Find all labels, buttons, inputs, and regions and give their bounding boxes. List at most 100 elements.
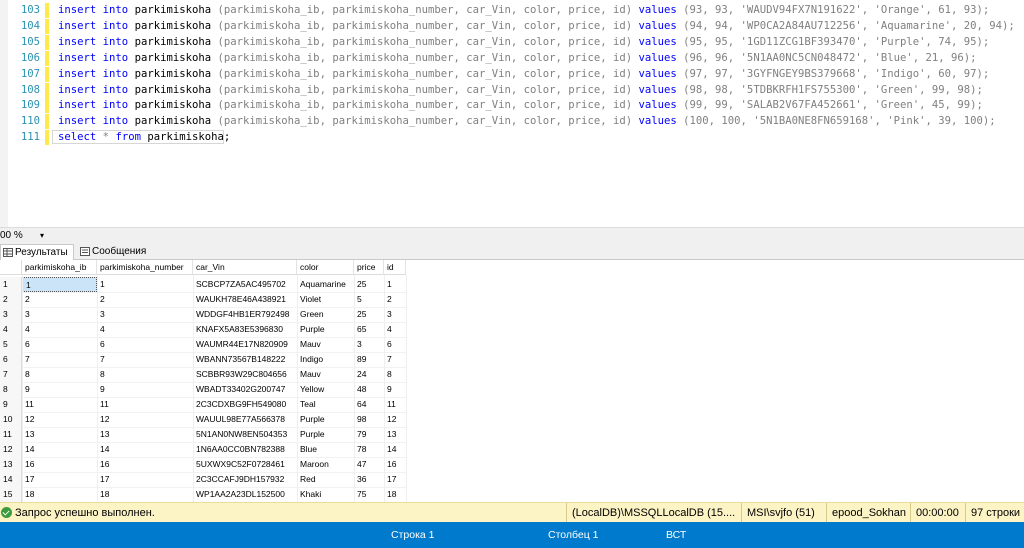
table-cell[interactable]: 11 xyxy=(22,397,97,412)
table-row[interactable]: 1 1 1 SCBCP7ZA5AC495702 Aquamarine 25 1 xyxy=(0,277,406,292)
table-cell[interactable]: Yellow xyxy=(297,382,354,397)
code-line[interactable]: 107 insert into parkimiskoha (parkimiskoh… xyxy=(0,66,1024,82)
row-number[interactable]: 9 xyxy=(0,397,22,412)
code-line[interactable]: 108 insert into parkimiskoha (parkimiskoh… xyxy=(0,82,1024,98)
table-cell[interactable]: 47 xyxy=(354,457,384,472)
table-cell[interactable]: 16 xyxy=(22,457,97,472)
table-row[interactable]: 10 12 12 WAUUL98E77A566378 Purple 98 12 xyxy=(0,412,406,427)
row-number[interactable]: 15 xyxy=(0,487,22,502)
table-cell[interactable]: WAUKH78E46A438921 xyxy=(193,292,297,307)
row-number[interactable]: 6 xyxy=(0,352,22,367)
table-cell[interactable]: 14 xyxy=(97,442,193,457)
table-cell[interactable]: WDDGF4HB1ER792498 xyxy=(193,307,297,322)
table-cell[interactable]: WBANN73567B148222 xyxy=(193,352,297,367)
column-header[interactable]: car_Vin xyxy=(193,260,297,275)
table-row[interactable]: 3 3 3 WDDGF4HB1ER792498 Green 25 3 xyxy=(0,307,406,322)
table-cell[interactable]: 18 xyxy=(384,487,406,502)
table-cell[interactable]: 1 xyxy=(384,277,406,292)
table-cell[interactable]: 98 xyxy=(354,412,384,427)
code-line[interactable]: 104 insert into parkimiskoha (parkimiskoh… xyxy=(0,18,1024,34)
row-number[interactable]: 14 xyxy=(0,472,22,487)
table-row[interactable]: 4 4 4 KNAFX5A83E5396830 Purple 65 4 xyxy=(0,322,406,337)
table-cell[interactable]: 4 xyxy=(22,322,97,337)
row-number[interactable]: 8 xyxy=(0,382,22,397)
table-cell[interactable]: WBADT33402G200747 xyxy=(193,382,297,397)
table-cell[interactable]: 13 xyxy=(97,427,193,442)
table-cell[interactable]: 1 xyxy=(22,277,97,292)
table-row[interactable]: 8 9 9 WBADT33402G200747 Yellow 48 9 xyxy=(0,382,406,397)
table-cell[interactable]: 12 xyxy=(22,412,97,427)
table-cell[interactable]: 7 xyxy=(22,352,97,367)
table-cell[interactable]: 4 xyxy=(384,322,406,337)
table-cell[interactable]: 8 xyxy=(97,367,193,382)
column-header[interactable]: parkimiskoha_number xyxy=(97,260,193,275)
table-cell[interactable]: 2 xyxy=(384,292,406,307)
results-grid[interactable]: parkimiskoha_ib parkimiskoha_number car_Vi… xyxy=(0,260,1024,502)
table-cell[interactable]: WAUUL98E77A566378 xyxy=(193,412,297,427)
table-cell[interactable]: 78 xyxy=(354,442,384,457)
row-number[interactable]: 4 xyxy=(0,322,22,337)
table-cell[interactable]: SCBBR93W29C804656 xyxy=(193,367,297,382)
table-cell[interactable]: 16 xyxy=(97,457,193,472)
table-cell[interactable]: 1 xyxy=(97,277,193,292)
table-cell[interactable]: 4 xyxy=(97,322,193,337)
table-row[interactable]: 15 18 18 WP1AA2A23DL152500 Khaki 75 18 xyxy=(0,487,406,502)
table-row[interactable]: 6 7 7 WBANN73567B148222 Indigo 89 7 xyxy=(0,352,406,367)
table-cell[interactable]: Blue xyxy=(297,442,354,457)
table-cell[interactable]: 7 xyxy=(97,352,193,367)
table-cell[interactable]: 89 xyxy=(354,352,384,367)
row-number[interactable]: 3 xyxy=(0,307,22,322)
column-header[interactable]: color xyxy=(297,260,354,275)
query-editor[interactable]: 103 insert into parkimiskoha (parkimiskoh… xyxy=(0,0,1024,227)
table-cell[interactable]: 16 xyxy=(384,457,406,472)
table-row[interactable]: 2 2 2 WAUKH78E46A438921 Violet 5 2 xyxy=(0,292,406,307)
table-cell[interactable]: 9 xyxy=(97,382,193,397)
row-number[interactable]: 1 xyxy=(0,277,22,292)
table-cell[interactable]: 75 xyxy=(354,487,384,502)
row-number[interactable]: 7 xyxy=(0,367,22,382)
table-cell[interactable]: 25 xyxy=(354,277,384,292)
table-cell[interactable]: 12 xyxy=(384,412,406,427)
table-cell[interactable]: 25 xyxy=(354,307,384,322)
table-cell[interactable]: 12 xyxy=(97,412,193,427)
table-cell[interactable]: WP1AA2A23DL152500 xyxy=(193,487,297,502)
table-cell[interactable]: 2C3CDXBG9FH549080 xyxy=(193,397,297,412)
table-cell[interactable]: 2 xyxy=(22,292,97,307)
table-cell[interactable]: 65 xyxy=(354,322,384,337)
table-cell[interactable]: 5 xyxy=(354,292,384,307)
table-row[interactable]: 9 11 11 2C3CDXBG9FH549080 Teal 64 11 xyxy=(0,397,406,412)
table-row[interactable]: 5 6 6 WAUMR44E17N820909 Mauv 3 6 xyxy=(0,337,406,352)
table-cell[interactable]: 11 xyxy=(384,397,406,412)
table-cell[interactable]: Teal xyxy=(297,397,354,412)
column-header[interactable]: parkimiskoha_ib xyxy=(22,260,97,275)
table-cell[interactable]: 2 xyxy=(97,292,193,307)
row-number[interactable]: 13 xyxy=(0,457,22,472)
table-cell[interactable]: Khaki xyxy=(297,487,354,502)
row-number[interactable]: 10 xyxy=(0,412,22,427)
grid-corner[interactable] xyxy=(0,260,22,275)
table-cell[interactable]: 3 xyxy=(22,307,97,322)
table-cell[interactable]: 2C3CCAFJ9DH157932 xyxy=(193,472,297,487)
table-cell[interactable]: 36 xyxy=(354,472,384,487)
table-cell[interactable]: Purple xyxy=(297,322,354,337)
table-cell[interactable]: 3 xyxy=(384,307,406,322)
table-cell[interactable]: 3 xyxy=(354,337,384,352)
table-cell[interactable]: 18 xyxy=(22,487,97,502)
table-cell[interactable]: 13 xyxy=(384,427,406,442)
row-number[interactable]: 12 xyxy=(0,442,22,457)
table-row[interactable]: 14 17 17 2C3CCAFJ9DH157932 Red 36 17 xyxy=(0,472,406,487)
table-cell[interactable]: 6 xyxy=(384,337,406,352)
table-cell[interactable]: Purple xyxy=(297,412,354,427)
table-cell[interactable]: 14 xyxy=(384,442,406,457)
table-row[interactable]: 13 16 16 5UXWX9C52F0728461 Maroon 47 16 xyxy=(0,457,406,472)
table-cell[interactable]: 17 xyxy=(384,472,406,487)
table-cell[interactable]: 5N1AN0NW8EN504353 xyxy=(193,427,297,442)
table-cell[interactable]: 7 xyxy=(384,352,406,367)
code-line[interactable]: 105 insert into parkimiskoha (parkimiskoh… xyxy=(0,34,1024,50)
column-header[interactable]: id xyxy=(384,260,406,275)
zoom-select[interactable]: 00 % ▾ xyxy=(0,229,46,242)
table-cell[interactable]: Violet xyxy=(297,292,354,307)
table-cell[interactable]: 8 xyxy=(384,367,406,382)
table-cell[interactable]: 9 xyxy=(22,382,97,397)
table-cell[interactable]: 6 xyxy=(97,337,193,352)
